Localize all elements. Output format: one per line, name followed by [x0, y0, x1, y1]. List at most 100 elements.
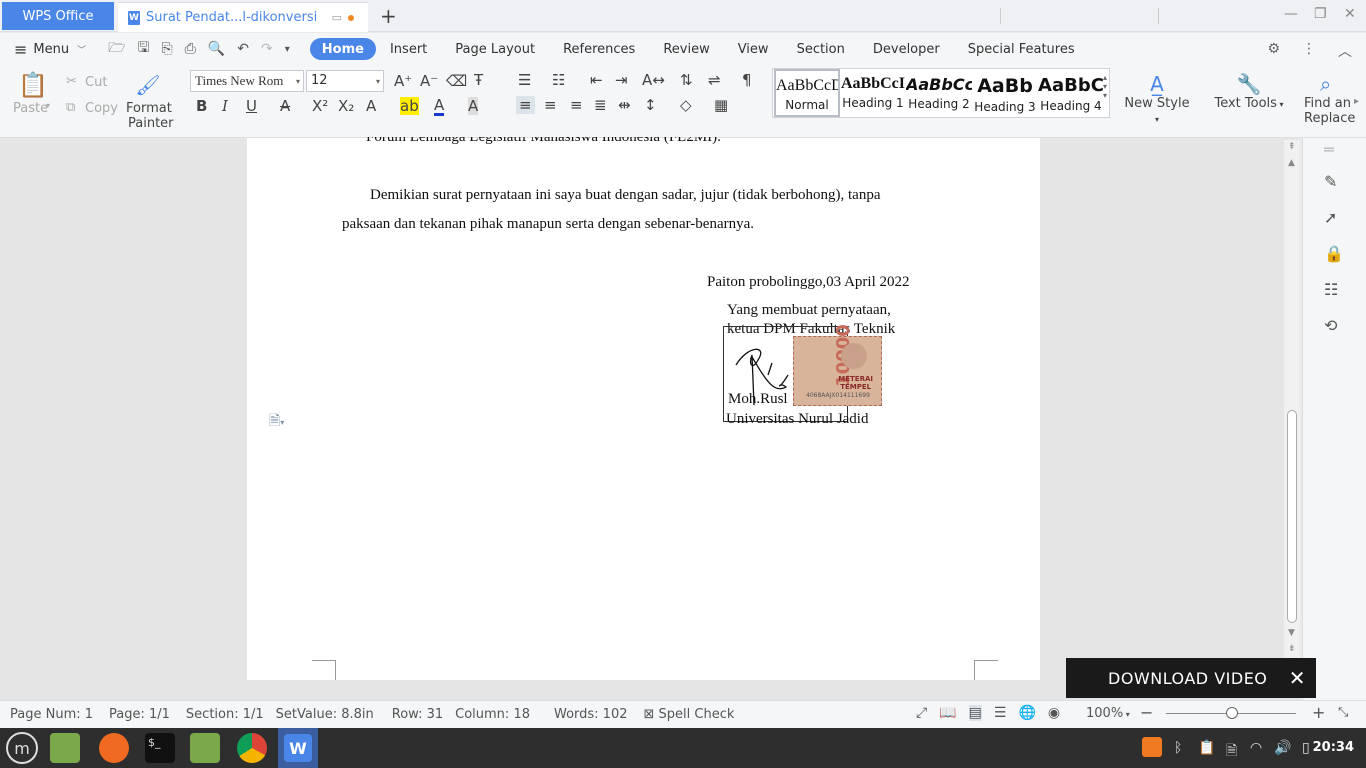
clear-format-icon[interactable]: ⌫: [446, 72, 467, 90]
scroll-top-icon[interactable]: ⇞: [1288, 142, 1296, 152]
decrease-indent-icon[interactable]: ⇤: [590, 71, 603, 89]
tab-references[interactable]: References: [549, 38, 649, 60]
scroll-bottom-icon[interactable]: ⇟: [1288, 644, 1296, 654]
folder-icon[interactable]: [190, 733, 220, 763]
close-icon[interactable]: ✕: [1344, 6, 1356, 22]
style-heading-2[interactable]: AaBbCcI Heading 2: [906, 69, 972, 117]
align-center-icon[interactable]: ≡: [544, 96, 557, 114]
open-folder-icon[interactable]: 🗁: [108, 37, 125, 61]
new-tab-button[interactable]: +: [380, 4, 397, 28]
read-mode-icon[interactable]: 📖: [939, 705, 956, 721]
close-icon[interactable]: ✕: [1289, 666, 1306, 690]
bluetooth-icon[interactable]: ᛒ: [1174, 740, 1182, 756]
mint-menu-icon[interactable]: m: [6, 732, 38, 764]
monitor-icon[interactable]: ▭: [332, 11, 342, 24]
scroll-down-icon[interactable]: ▼: [1288, 628, 1295, 638]
vertical-scroll-thumb[interactable]: [1287, 410, 1297, 623]
spell-check-button[interactable]: ⊠ Spell Check: [644, 707, 735, 722]
decrease-font-icon[interactable]: A⁻: [420, 72, 438, 90]
new-style-button[interactable]: A̲ New Style ▾: [1122, 72, 1192, 126]
status-section[interactable]: Section: 1/1: [186, 707, 264, 722]
eye-protection-icon[interactable]: ◉: [1048, 705, 1060, 721]
web-view-icon[interactable]: 🌐: [1018, 705, 1035, 721]
download-video-banner[interactable]: DOWNLOAD VIDEO ✕: [1066, 658, 1316, 698]
numbering-icon[interactable]: ☷: [552, 71, 565, 89]
text-tools-button[interactable]: 🔧 Text Tools ▾: [1212, 72, 1286, 111]
bold-icon[interactable]: B: [196, 97, 207, 115]
export-icon[interactable]: ⎘: [161, 41, 172, 57]
scroll-up-icon[interactable]: ▲: [1288, 158, 1295, 168]
clock[interactable]: 20:34: [1313, 740, 1354, 755]
highlight-icon[interactable]: ab: [400, 97, 419, 115]
status-setvalue[interactable]: SetValue: 8.8in: [276, 707, 374, 722]
settings-gear-icon[interactable]: ⚙: [1267, 41, 1280, 61]
status-page[interactable]: Page: 1/1: [109, 707, 170, 722]
history-icon[interactable]: ⟲: [1324, 316, 1337, 335]
customize-icon[interactable]: ▾: [285, 44, 290, 55]
print-preview-icon[interactable]: 🔍: [208, 41, 225, 57]
borders-icon[interactable]: ▦: [714, 96, 728, 114]
paste-label[interactable]: Paste: [13, 101, 48, 116]
zoom-level[interactable]: 100% ▾: [1086, 706, 1130, 721]
xampp-tray-icon[interactable]: [1142, 737, 1162, 757]
undo-icon[interactable]: ↶: [237, 41, 249, 57]
zoom-slider-knob[interactable]: [1226, 707, 1238, 719]
distribute-icon[interactable]: ⇹: [618, 96, 631, 114]
style-heading-3[interactable]: AaBb Heading 3: [972, 69, 1038, 117]
tab-page-layout[interactable]: Page Layout: [441, 38, 549, 60]
underline-icon[interactable]: U: [246, 97, 257, 115]
collapse-ribbon-icon[interactable]: ︿: [1338, 41, 1352, 61]
zoom-out-icon[interactable]: −: [1140, 703, 1153, 722]
line-spacing-icon[interactable]: ↕: [644, 96, 657, 114]
align-left-icon[interactable]: ≡: [516, 96, 535, 114]
select-pointer-icon[interactable]: ➚: [1324, 208, 1337, 227]
font-color-icon[interactable]: A: [434, 97, 445, 116]
sort-icon[interactable]: ⇅: [680, 71, 693, 89]
main-menu-button[interactable]: ≡ Menu ﹀: [14, 40, 86, 59]
fullscreen-icon[interactable]: ⤢: [916, 705, 927, 721]
status-words[interactable]: Words: 102: [554, 707, 628, 722]
ribbon-scroll-right-icon[interactable]: ▸: [1354, 96, 1359, 107]
paste-dropdown-icon[interactable]: ▾: [46, 101, 50, 110]
justify-icon[interactable]: ≣: [594, 96, 607, 114]
subscript-icon[interactable]: X₂: [338, 97, 354, 115]
copy-button[interactable]: Copy: [85, 101, 118, 116]
status-page-num[interactable]: Page Num: 1: [10, 707, 93, 722]
paragraph-mark-icon[interactable]: ¶: [742, 71, 752, 89]
character-shading-icon[interactable]: A: [468, 97, 479, 115]
page-view-icon[interactable]: ▤: [968, 705, 982, 721]
tab-view[interactable]: View: [724, 38, 783, 60]
files-folder-icon[interactable]: [50, 733, 80, 763]
chrome-icon[interactable]: [237, 733, 267, 763]
italic-icon[interactable]: I: [222, 97, 228, 115]
wps-writer-taskbar-active[interactable]: W: [278, 728, 318, 768]
wps-office-tab[interactable]: WPS Office: [2, 2, 114, 30]
tab-developer[interactable]: Developer: [859, 38, 954, 60]
tab-special-features[interactable]: Special Features: [954, 38, 1089, 60]
shading-fill-icon[interactable]: ◇: [680, 96, 692, 114]
edit-pen-icon[interactable]: ✎: [1324, 172, 1337, 191]
print-icon[interactable]: ⎙: [185, 41, 196, 57]
tab-section[interactable]: Section: [783, 38, 859, 60]
line-break-icon[interactable]: ⇌: [708, 71, 721, 89]
volume-icon[interactable]: 🔊: [1274, 740, 1291, 756]
text-style-icon[interactable]: A: [366, 97, 376, 115]
text-effects-icon[interactable]: Ŧ: [474, 71, 483, 89]
style-normal[interactable]: AaBbCcDd Normal: [774, 69, 840, 117]
redo-icon[interactable]: ↷: [261, 41, 273, 57]
restore-icon[interactable]: ❐: [1314, 6, 1327, 22]
char-spacing-icon[interactable]: A↔: [642, 71, 665, 89]
font-name-select[interactable]: Times New Rom ▾: [190, 70, 304, 92]
style-heading-1[interactable]: AaBbCcI Heading 1: [840, 69, 906, 117]
wifi-icon[interactable]: ◠: [1250, 740, 1262, 756]
lock-icon[interactable]: 🔒: [1324, 244, 1344, 263]
status-column[interactable]: Column: 18: [455, 707, 530, 722]
increase-font-icon[interactable]: A⁺: [394, 72, 412, 90]
bullets-icon[interactable]: ☰: [518, 71, 531, 89]
minimize-icon[interactable]: —: [1284, 6, 1298, 22]
outline-view-icon[interactable]: ☰: [994, 705, 1007, 721]
font-size-select[interactable]: 12 ▾: [306, 70, 384, 92]
paste-options-icon[interactable]: 🗎▾: [269, 410, 284, 434]
styles-scroll-icon[interactable]: ▴ ▾ ▾: [1103, 73, 1107, 100]
document-tray-icon[interactable]: 🗎: [1226, 740, 1237, 764]
